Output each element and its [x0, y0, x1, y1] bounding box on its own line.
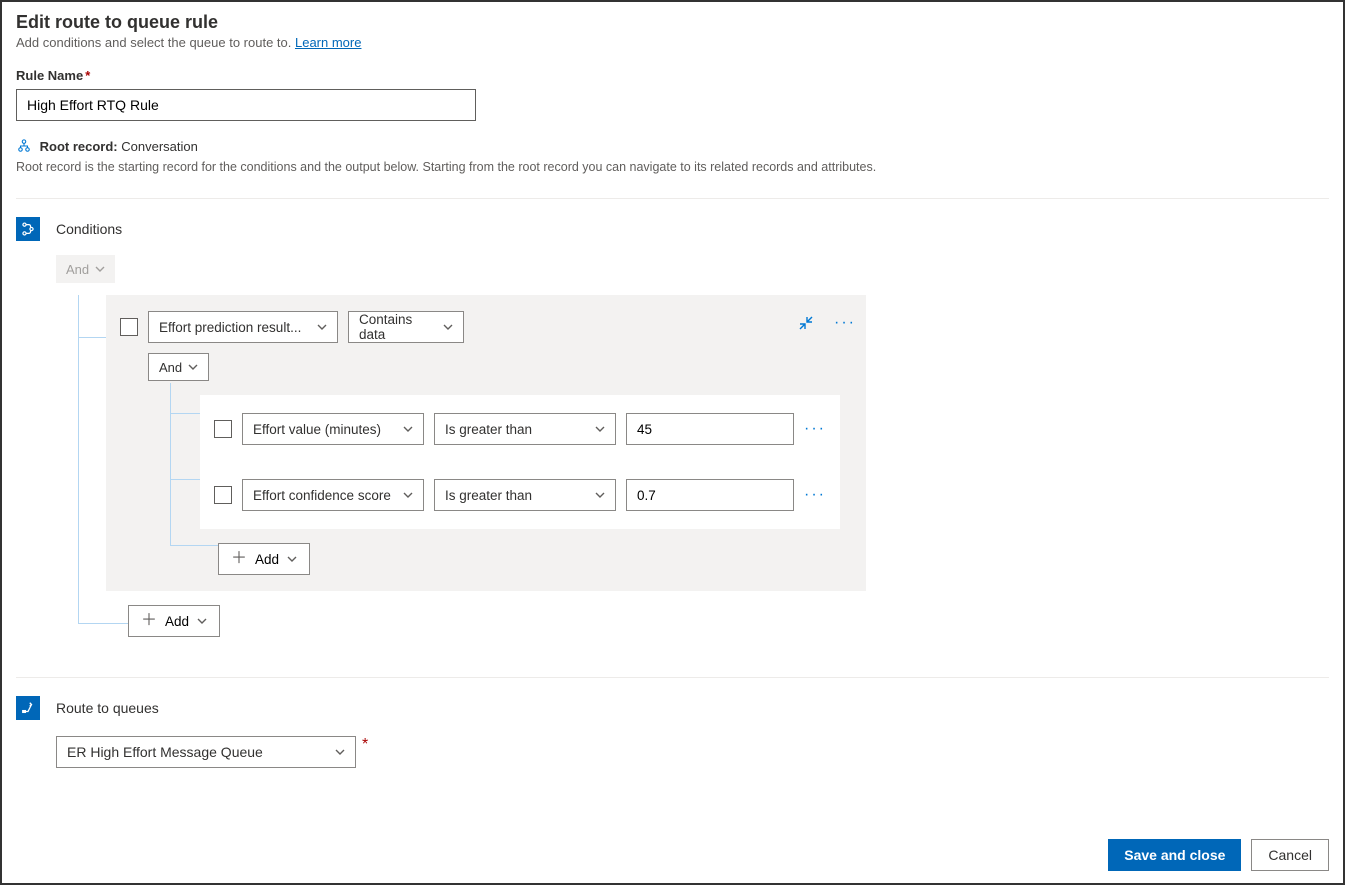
tree-line — [170, 413, 200, 414]
hierarchy-icon — [16, 139, 32, 156]
group-entity-row: Effort prediction result... Contains dat… — [120, 311, 852, 343]
required-asterisk: * — [85, 68, 90, 83]
route-icon — [16, 696, 40, 720]
rule-name-input[interactable] — [16, 89, 476, 121]
route-header: Route to queues — [16, 696, 1329, 720]
root-record-help: Root record is the starting record for t… — [16, 160, 1329, 174]
chevron-down-icon — [95, 264, 105, 274]
conditions-header: Conditions — [16, 217, 1329, 241]
chevron-down-icon — [403, 424, 413, 434]
entity-dropdown[interactable]: Effort prediction result... — [148, 311, 338, 343]
tree-line — [78, 337, 106, 338]
tree-line — [170, 545, 218, 546]
operator-dropdown-label: Is greater than — [445, 488, 532, 503]
operator-dropdown[interactable]: Is greater than — [434, 413, 616, 445]
row-checkbox[interactable] — [214, 420, 232, 438]
root-record-value: Conversation — [121, 139, 198, 154]
tree-line — [170, 383, 171, 545]
chevron-down-icon — [443, 322, 453, 332]
value-input[interactable] — [626, 413, 794, 445]
condition-row: Effort confidence score Is greater than … — [214, 479, 826, 511]
field-dropdown-label: Effort confidence score — [253, 488, 391, 503]
tree-line — [78, 295, 79, 623]
route-title: Route to queues — [56, 700, 159, 716]
operator-dropdown[interactable]: Is greater than — [434, 479, 616, 511]
group-operator-dropdown[interactable]: Contains data — [348, 311, 464, 343]
row-more-icon[interactable]: ··· — [804, 486, 826, 504]
tree-line — [170, 479, 200, 480]
dialog-frame: Edit route to queue rule Add conditions … — [0, 0, 1345, 885]
chevron-down-icon — [335, 747, 345, 757]
learn-more-link[interactable]: Learn more — [295, 35, 361, 50]
chevron-down-icon — [197, 616, 207, 626]
conditions-area: And ··· Effort predicti — [56, 255, 1329, 637]
add-inner-button[interactable]: ＋ Add — [218, 543, 310, 575]
value-input[interactable] — [626, 479, 794, 511]
add-outer-button[interactable]: ＋ Add — [128, 605, 220, 637]
field-dropdown[interactable]: Effort value (minutes) — [242, 413, 424, 445]
condition-group: ··· Effort prediction result... Contains… — [106, 295, 866, 591]
plus-icon: ＋ — [231, 551, 247, 567]
save-button[interactable]: Save and close — [1108, 839, 1241, 871]
row-more-icon[interactable]: ··· — [804, 420, 826, 438]
tree-line — [78, 623, 128, 624]
condition-row: Effort value (minutes) Is greater than ·… — [214, 413, 826, 445]
subtitle-text: Add conditions and select the queue to r… — [16, 35, 295, 50]
group-checkbox[interactable] — [120, 318, 138, 336]
plus-icon: ＋ — [141, 613, 157, 629]
condition-tree: ··· Effort prediction result... Contains… — [56, 295, 1329, 637]
chevron-down-icon — [188, 362, 198, 372]
root-record-label: Root record: — [40, 139, 118, 154]
chevron-down-icon — [287, 554, 297, 564]
conditions-title: Conditions — [56, 221, 122, 237]
operator-dropdown-label: Is greater than — [445, 422, 532, 437]
chevron-down-icon — [317, 322, 327, 332]
chevron-down-icon — [595, 424, 605, 434]
root-and-operator[interactable]: And — [56, 255, 115, 283]
page-title: Edit route to queue rule — [16, 12, 1329, 33]
chevron-down-icon — [595, 490, 605, 500]
rule-name-label: Rule Name* — [16, 68, 1329, 83]
row-checkbox[interactable] — [214, 486, 232, 504]
entity-dropdown-label: Effort prediction result... — [159, 320, 301, 335]
group-operator-label: Contains data — [359, 312, 435, 342]
page-subtitle: Add conditions and select the queue to r… — [16, 35, 1329, 50]
section-divider — [16, 198, 1329, 199]
inner-and-operator[interactable]: And — [148, 353, 209, 381]
add-outer-label: Add — [165, 614, 189, 629]
queue-dropdown-label: ER High Effort Message Queue — [67, 744, 263, 760]
queue-dropdown[interactable]: ER High Effort Message Queue — [56, 736, 356, 768]
root-and-label: And — [66, 262, 89, 277]
add-inner-label: Add — [255, 552, 279, 567]
inner-condition-group: Effort value (minutes) Is greater than ·… — [200, 395, 840, 529]
rule-name-label-text: Rule Name — [16, 68, 83, 83]
inner-and-label: And — [159, 360, 182, 375]
root-record-row: Root record: Conversation — [16, 139, 1329, 156]
field-dropdown[interactable]: Effort confidence score — [242, 479, 424, 511]
conditions-icon — [16, 217, 40, 241]
section-divider — [16, 677, 1329, 678]
field-dropdown-label: Effort value (minutes) — [253, 422, 381, 437]
chevron-down-icon — [403, 490, 413, 500]
dialog-footer: Save and close Cancel — [1108, 839, 1329, 871]
required-asterisk: * — [362, 736, 368, 754]
cancel-button[interactable]: Cancel — [1251, 839, 1329, 871]
